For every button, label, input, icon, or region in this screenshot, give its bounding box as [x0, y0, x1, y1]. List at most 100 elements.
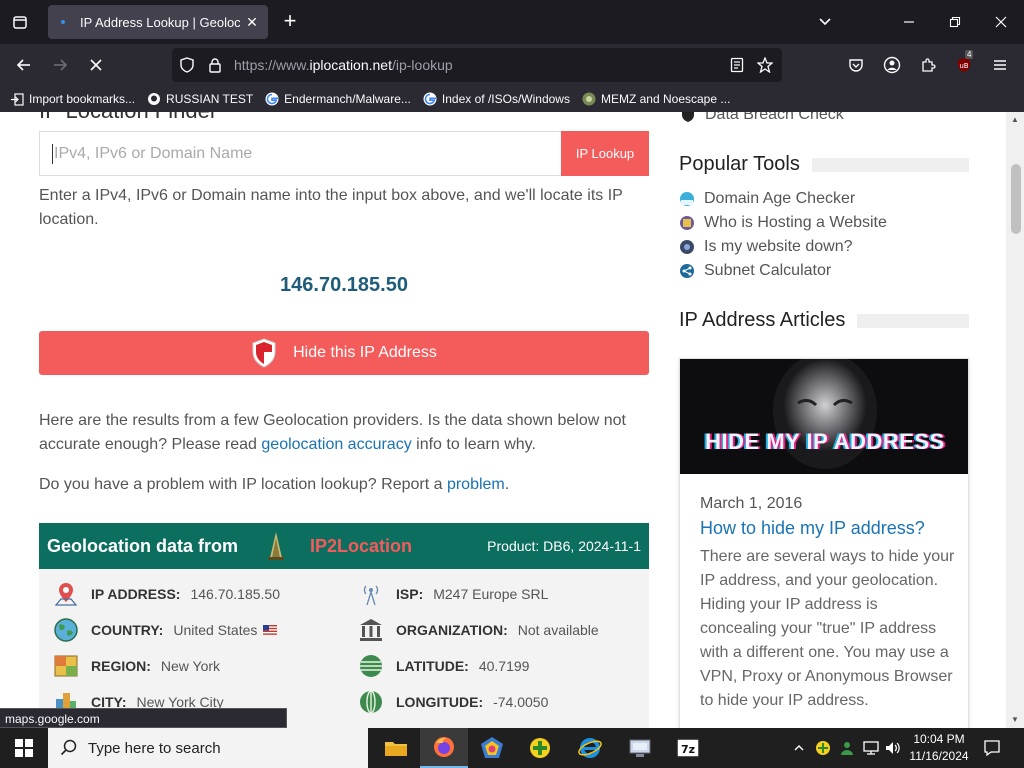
geo-header-title: Geolocation data from	[47, 535, 239, 556]
stop-loading-button[interactable]	[82, 51, 110, 79]
problem-paragraph: Do you have a problem with IP location l…	[39, 476, 510, 493]
tool-who-is-hosting[interactable]: Who is Hosting a Website	[679, 214, 887, 232]
search-icon	[60, 739, 77, 756]
forward-arrow-icon	[54, 59, 68, 71]
ublock-badge: 4	[965, 50, 974, 59]
bookmarks-toolbar: Import bookmarks... RUSSIAN TEST Enderma…	[0, 86, 1024, 112]
tray-app-1[interactable]	[812, 728, 834, 768]
folder-icon	[385, 742, 407, 756]
forward-button[interactable]	[46, 51, 74, 79]
tray-app-2[interactable]	[836, 728, 858, 768]
scroll-thumb[interactable]	[1011, 164, 1021, 234]
hide-ip-button[interactable]: Hide this IP Address	[39, 331, 649, 375]
reader-view-icon[interactable]	[728, 56, 746, 74]
taskbar-file-explorer[interactable]	[372, 728, 420, 768]
geo-value: M247 Europe SRL	[433, 586, 549, 602]
geo-field-country: COUNTRY: United States	[53, 617, 278, 643]
action-center-button[interactable]	[978, 728, 1006, 768]
page-scrollbar[interactable]: ▲ ▼	[1006, 112, 1024, 728]
scroll-up-arrow-icon[interactable]: ▲	[1010, 115, 1020, 125]
start-button[interactable]	[0, 728, 48, 768]
clock-time: 10:04 PM	[913, 732, 965, 746]
taskbar-app-3[interactable]	[468, 728, 516, 768]
account-button[interactable]	[878, 51, 906, 79]
shield-icon	[252, 338, 276, 368]
tab-title: IP Address Lookup | Geolocatio	[80, 14, 240, 30]
minimize-button[interactable]	[894, 10, 924, 34]
tool-website-down[interactable]: Is my website down?	[679, 238, 853, 256]
geo-product-info: Product: DB6, 2024-11-1	[487, 538, 641, 554]
current-ip-address: 146.70.185.50	[280, 274, 408, 296]
geo-value: Not available	[517, 622, 599, 638]
github-icon	[147, 92, 161, 106]
app-menu-button[interactable]	[986, 51, 1014, 79]
tab-list-icon	[13, 16, 27, 29]
puzzle-icon	[922, 58, 936, 72]
article-card[interactable]: HIDE MY IP ADDRESS March 1, 2016 How to …	[679, 358, 969, 728]
geo-label: LATITUDE:	[396, 658, 469, 674]
latitude-icon	[360, 655, 382, 677]
geo-value: -74.0050	[493, 694, 549, 710]
search-placeholder: IPv4, IPv6 or Domain Name	[54, 145, 253, 162]
article-title-link[interactable]: How to hide my IP address?	[700, 518, 925, 539]
taskbar-clock[interactable]: 10:04 PM 11/16/2024	[906, 731, 972, 765]
show-hidden-icons-button[interactable]	[790, 728, 808, 768]
location-pin-icon	[54, 583, 78, 606]
longitude-icon	[360, 690, 382, 714]
bookmark-star-icon[interactable]	[756, 56, 774, 74]
tab-overflow-chevron-icon[interactable]	[810, 10, 840, 34]
taskbar-app-4[interactable]	[516, 728, 564, 768]
tab-close-icon[interactable]: ✕	[244, 14, 260, 31]
tool-subnet-calculator[interactable]: Subnet Calculator	[679, 262, 831, 280]
new-tab-button[interactable]: +	[278, 10, 302, 34]
article-image[interactable]: HIDE MY IP ADDRESS	[680, 359, 968, 474]
stop-icon	[90, 59, 102, 71]
anonymous-mask-image	[680, 359, 968, 474]
taskbar-search-box[interactable]: Type here to search	[48, 728, 368, 768]
geolocation-accuracy-link[interactable]: geolocation accuracy	[261, 436, 411, 453]
taskbar-app-6[interactable]	[616, 728, 664, 768]
lock-icon[interactable]	[206, 56, 224, 74]
ublock-button[interactable]: uB 4	[950, 50, 978, 79]
geo-value: New York	[160, 658, 221, 674]
tray-people-icon	[841, 742, 853, 755]
bookmark-russian-test[interactable]: RUSSIAN TEST	[147, 92, 253, 106]
pocket-button[interactable]	[842, 51, 870, 79]
bookmark-import[interactable]: Import bookmarks...	[10, 92, 135, 106]
bookmark-isos-index[interactable]: Index of /ISOs/Windows	[423, 92, 570, 106]
bookmark-memz[interactable]: MEMZ and Noescape ...	[582, 92, 730, 106]
tool-domain-age[interactable]: Domain Age Checker	[679, 190, 855, 208]
tab-active[interactable]: IP Address Lookup | Geolocatio ✕	[48, 5, 268, 39]
url-text[interactable]: https://www.iplocation.net/ip-lookup	[234, 57, 453, 73]
ip-search-input[interactable]: IPv4, IPv6 or Domain Name	[39, 131, 561, 176]
back-button[interactable]	[10, 51, 38, 79]
extensions-button[interactable]	[914, 51, 942, 79]
navigation-toolbar: https://www.iplocation.net/ip-lookup uB …	[0, 44, 1024, 86]
tray-volume[interactable]	[882, 728, 904, 768]
taskbar-firefox[interactable]	[420, 728, 468, 768]
tracking-shield-icon[interactable]	[178, 56, 196, 74]
report-problem-link[interactable]: problem	[447, 476, 505, 493]
scroll-down-arrow-icon[interactable]: ▼	[1010, 715, 1020, 725]
taskbar-internet-explorer[interactable]	[566, 728, 614, 768]
globe-icon	[54, 618, 78, 642]
clock-date: 11/16/2024	[909, 749, 969, 763]
close-window-button[interactable]	[986, 10, 1016, 34]
title-rule	[857, 313, 969, 328]
bookmark-endermanch[interactable]: Endermanch/Malware...	[265, 92, 411, 106]
list-all-tabs-button[interactable]	[6, 8, 34, 36]
page-viewport: IP Location Finder IPv4, IPv6 or Domain …	[0, 112, 1024, 728]
hide-ip-label: Hide this IP Address	[293, 344, 437, 361]
geo-value: 40.7199	[478, 658, 530, 674]
restore-button[interactable]	[940, 10, 970, 34]
map-icon	[54, 655, 78, 677]
svg-text:uB: uB	[959, 62, 968, 70]
popular-tools-title: Popular Tools	[679, 153, 969, 176]
taskbar-7zip[interactable]: 7z	[664, 728, 712, 768]
ip-lookup-button[interactable]: IP Lookup	[561, 131, 649, 176]
address-bar[interactable]: https://www.iplocation.net/ip-lookup	[172, 48, 782, 82]
data-breach-check-link[interactable]: Data Breach Check	[680, 112, 844, 124]
geo-value: United States	[173, 622, 258, 638]
tray-network[interactable]	[860, 728, 882, 768]
geo-field-organization: ORGANIZATION: Not available	[358, 617, 599, 643]
